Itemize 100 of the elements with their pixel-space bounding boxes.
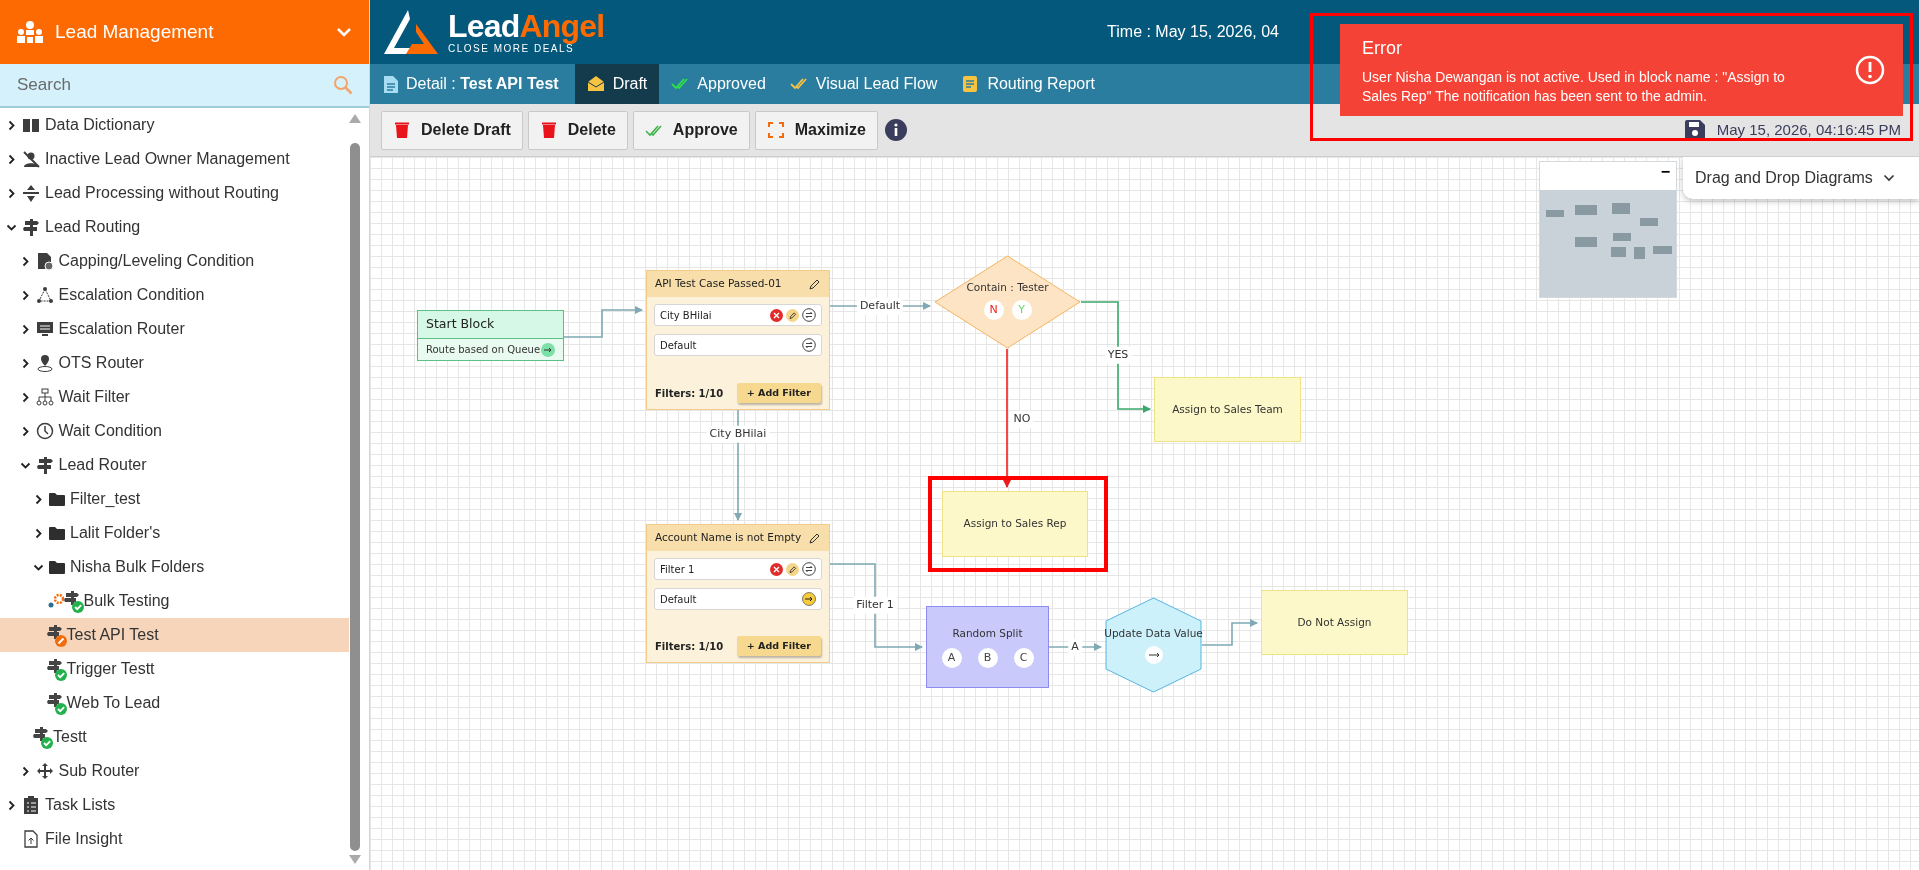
- search-field[interactable]: Search: [17, 72, 333, 98]
- tree-item[interactable]: Capping/Leveling Condition: [0, 244, 349, 278]
- block-title: Start Block: [426, 315, 495, 334]
- output-port[interactable]: C: [1013, 647, 1034, 668]
- tree-item[interactable]: Lead Processing without Routing: [0, 176, 349, 210]
- alert-icon: [1855, 55, 1885, 85]
- arrow-circle-icon[interactable]: [1144, 645, 1163, 664]
- split-block[interactable]: Random Split A B C: [926, 606, 1049, 688]
- tree-item[interactable]: Sub Router: [0, 754, 349, 788]
- search-bar[interactable]: Search: [0, 64, 369, 108]
- tab[interactable]: Routing Report: [949, 64, 1107, 104]
- tree-item[interactable]: OTS Router: [0, 346, 349, 380]
- arrow-circle-icon[interactable]: [541, 342, 555, 357]
- tree-item[interactable]: File Insight: [0, 822, 349, 856]
- info-icon[interactable]: [884, 119, 907, 141]
- tab[interactable]: Draft: [574, 64, 660, 104]
- chevron-right-icon[interactable]: [6, 153, 17, 165]
- filter-block[interactable]: Account Name is not Empty Filter 1 Default Filters: 1/10 + Add Filter: [646, 524, 830, 663]
- header-time: Time : May 15, 2026, 04: [1107, 22, 1279, 42]
- folder-icon: [49, 492, 65, 506]
- logo-tagline: CLOSE MORE DEALS: [448, 44, 575, 54]
- connector-label: City BHilai: [706, 425, 770, 443]
- tree-item[interactable]: Lalit Folder's: [0, 516, 349, 550]
- chevron-down-icon: [1883, 174, 1895, 182]
- save-icon: [1684, 120, 1705, 140]
- filter-row[interactable]: Filter 1: [654, 558, 822, 580]
- tree-item[interactable]: Lead Routing: [0, 210, 349, 244]
- tree-item[interactable]: Wait Filter: [0, 380, 349, 414]
- pencil-icon[interactable]: [808, 277, 821, 291]
- tree-item[interactable]: Nisha Bulk Folders: [0, 550, 349, 584]
- pencil-icon[interactable]: [808, 531, 821, 545]
- assign-block[interactable]: Assign to Sales Team: [1154, 377, 1301, 442]
- diagram-panel-header[interactable]: Drag and Drop Diagrams: [1683, 157, 1919, 199]
- assign-block[interactable]: Do Not Assign: [1261, 590, 1408, 655]
- edit-icon[interactable]: [786, 308, 799, 322]
- clock-icon: [35, 422, 54, 440]
- swap-icon[interactable]: [802, 308, 816, 322]
- filter-row[interactable]: Default: [654, 588, 822, 610]
- tree-item[interactable]: Escalation Condition: [0, 278, 349, 312]
- edit-icon[interactable]: [786, 562, 799, 576]
- swap-icon[interactable]: [802, 562, 816, 576]
- connector-label: A: [1068, 638, 1082, 656]
- output-port[interactable]: B: [977, 647, 998, 668]
- remove-icon[interactable]: [770, 562, 783, 576]
- tree-item[interactable]: Wait Condition: [0, 414, 349, 448]
- connector-label: Filter 1: [853, 596, 897, 614]
- filter-row[interactable]: Default: [654, 334, 822, 356]
- tree-item[interactable]: Inactive Lead Owner Management: [0, 142, 349, 176]
- toolbar-button[interactable]: Delete Draft: [381, 110, 523, 150]
- add-filter-button[interactable]: + Add Filter: [736, 383, 821, 403]
- tree-item-label: Wait Condition: [58, 421, 162, 441]
- toast-message: User Nisha Dewangan is not active. Used in block name : "Assign to Sales Rep" The notification has been sent to the admin.: [1362, 67, 1786, 106]
- tree-item[interactable]: Trigger Testt: [0, 652, 349, 686]
- tree-item[interactable]: Task Lists: [0, 788, 349, 822]
- tree-item[interactable]: Filter_test: [0, 482, 349, 516]
- move-arrows-icon: [35, 762, 54, 780]
- tree-item[interactable]: Escalation Router: [0, 312, 349, 346]
- add-filter-button[interactable]: + Add Filter: [736, 636, 821, 656]
- connector-label: YES: [1104, 346, 1132, 364]
- monitor-icon: [35, 320, 54, 338]
- tab[interactable]: Visual Lead Flow: [777, 64, 950, 104]
- logo-text: Lead: [448, 10, 520, 42]
- app-menu-title: Lead Management: [55, 19, 215, 44]
- minimize-button[interactable]: −: [1660, 162, 1670, 182]
- tree-item-label: Lead Router: [58, 455, 147, 475]
- update-block[interactable]: [1105, 597, 1202, 693]
- start-block[interactable]: Start Block Route based on Queue: [417, 310, 564, 361]
- scrollbar-thumb[interactable]: [350, 143, 360, 851]
- assign-block[interactable]: Assign to Sales Rep: [942, 491, 1088, 557]
- toolbar-button[interactable]: Approve: [632, 110, 750, 150]
- tree-item[interactable]: Web To Lead: [0, 686, 349, 720]
- tree-item-label: Escalation Condition: [58, 285, 205, 305]
- tree-item[interactable]: Lead Router: [0, 448, 349, 482]
- minimap[interactable]: −: [1539, 161, 1677, 298]
- toolbar-button[interactable]: Delete: [527, 110, 628, 150]
- tree-item[interactable]: Test API Test: [0, 618, 349, 652]
- tree-item[interactable]: Bulk Testing: [0, 584, 349, 618]
- chevron-right-icon[interactable]: [6, 187, 17, 199]
- tree-item-label: Lalit Folder's: [70, 523, 161, 543]
- remove-icon[interactable]: [770, 308, 783, 322]
- tree-item[interactable]: Data Dictionary: [0, 108, 349, 142]
- chevron-right-icon[interactable]: [33, 493, 44, 505]
- tree-item-label: Web To Lead: [66, 693, 161, 713]
- output-port[interactable]: A: [941, 647, 962, 668]
- tree-item-label: Escalation Router: [58, 319, 185, 339]
- arrow-circle-icon[interactable]: [802, 592, 816, 606]
- toolbar-button[interactable]: Maximize: [754, 110, 878, 150]
- filter-block[interactable]: API Test Case Passed-01 City BHilai Default Filters: 1/10 + Add Filter: [646, 270, 830, 410]
- tab[interactable]: Approved: [659, 64, 778, 104]
- chevron-right-icon[interactable]: [6, 119, 17, 131]
- swap-icon[interactable]: [802, 338, 816, 352]
- filter-row[interactable]: City BHilai: [654, 304, 822, 326]
- toast-title: Error: [1362, 36, 1403, 60]
- tree-item[interactable]: Testt: [0, 720, 349, 754]
- tree-item-label: Wait Filter: [58, 387, 130, 407]
- tree-item-label: Data Dictionary: [45, 115, 155, 135]
- chevron-right-icon[interactable]: [6, 799, 17, 811]
- tree-item-label: Filter_test: [70, 489, 141, 509]
- chevron-right-icon[interactable]: [33, 527, 44, 539]
- logo-text: Angel: [519, 10, 605, 42]
